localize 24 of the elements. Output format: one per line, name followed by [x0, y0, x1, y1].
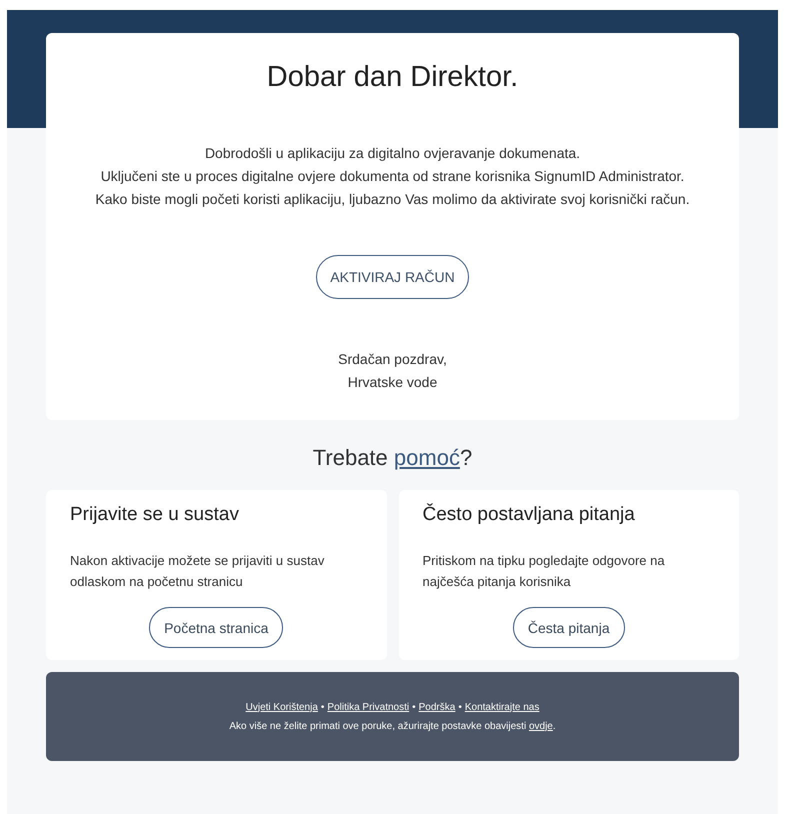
card-button[interactable]: Česta pitanja	[512, 607, 625, 648]
signature-text: Hrvatske vode	[346, 373, 438, 392]
card-text: Pritiskom na tipku pogledajte odgovore na najčešća pitanja korisnika	[422, 552, 666, 591]
help-link[interactable]: pomoć	[394, 445, 460, 470]
footer-link[interactable]: Podrška	[418, 702, 456, 712]
unsubscribe-link[interactable]: ovdje	[528, 720, 553, 732]
card-title: Često postavljana pitanja	[422, 504, 636, 526]
footer-link[interactable]: Uvjeti Korištenja	[246, 702, 318, 712]
card-text: Nakon aktivacije možete se prijaviti u sustav odlaskom na početnu stranicu	[70, 552, 326, 591]
footer-link[interactable]: Politika Privatnosti	[327, 702, 410, 712]
intro-text: Kako biste mogli početi koristi aplikaciju, ljubazno Vas molimo da aktivirate svoj korisnički račun.	[94, 190, 691, 209]
intro-text: Dobrodošli u aplikaciju za digitalno ovjeravanje dokumenata.	[204, 144, 582, 163]
bullet-separator: •	[320, 702, 324, 712]
bullet-separator: •	[458, 702, 462, 712]
greeting-heading: Dobar dan Direktor.	[266, 61, 520, 94]
activate-account-button[interactable]: AKTIVIRAJ RAČUN	[316, 255, 469, 299]
help-heading: Trebate pomoć?	[312, 445, 474, 471]
signature-text: Srdačan pozdrav,	[337, 350, 448, 369]
card-title: Prijavite se u sustav	[70, 504, 240, 526]
intro-text: Uključeni ste u proces digitalne ovjere dokumenta od strane korisnika SignumID Administrator.	[100, 167, 686, 186]
card-button[interactable]: Početna stranica	[149, 607, 284, 648]
footer-link[interactable]: Kontaktirajte nas	[464, 702, 540, 712]
unsubscribe-text: Ako više ne želite primati ove poruke, ažurirajte postavke obavijesti ovdje.	[229, 720, 556, 732]
bullet-separator: •	[412, 702, 416, 712]
